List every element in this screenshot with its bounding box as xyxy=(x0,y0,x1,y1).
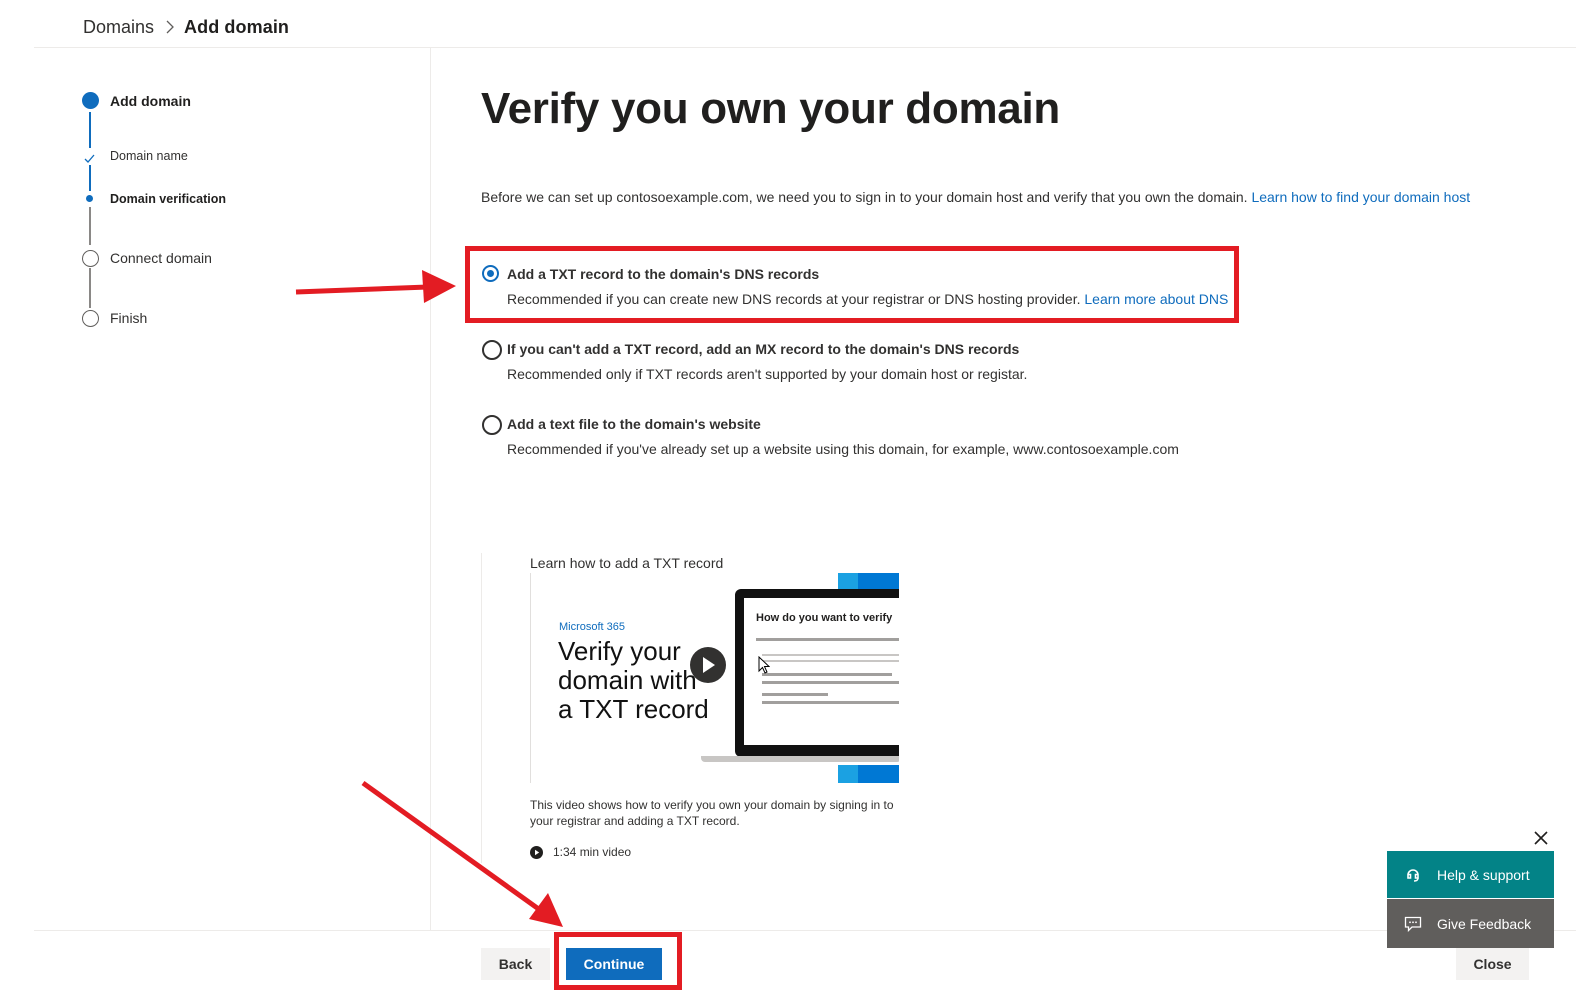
step-domain-verification: Domain verification xyxy=(110,192,226,206)
intro-body: Before we can set up contosoexample.com,… xyxy=(481,189,1248,205)
screen-line xyxy=(762,660,899,662)
screen-line xyxy=(762,654,899,656)
breadcrumb-current: Add domain xyxy=(184,16,290,37)
breadcrumb: Domains Add domain xyxy=(83,14,289,40)
arrow-right-icon xyxy=(295,270,456,303)
step-current-dot-icon xyxy=(82,92,99,109)
footer-divider xyxy=(34,930,1576,931)
step-finish: Finish xyxy=(110,310,148,326)
find-domain-host-link[interactable]: Learn how to find your domain host xyxy=(1251,189,1470,205)
video-card-rule xyxy=(481,553,482,863)
mx-record-radio[interactable] xyxy=(482,340,502,360)
screen-line xyxy=(762,681,899,684)
text-file-option-title[interactable]: Add a text file to the domain's website xyxy=(507,416,761,432)
thumb-title-line-2: domain with xyxy=(558,665,697,695)
close-button[interactable]: Close xyxy=(1456,948,1529,980)
video-length: 1:34 min video xyxy=(530,845,631,859)
thumb-left-rule xyxy=(530,573,531,783)
laptop-base xyxy=(701,756,899,762)
mouse-cursor-icon xyxy=(758,655,771,679)
thumb-title-line-3: a TXT record xyxy=(558,694,709,724)
video-description: This video shows how to verify you own y… xyxy=(530,798,894,828)
chevron-right-icon xyxy=(166,20,174,34)
thumb-brand: Microsoft 365 xyxy=(559,621,626,633)
video-length-text: 1:34 min video xyxy=(553,845,632,859)
thumb-title-line-1: Verify your xyxy=(558,636,681,666)
help-support-label: Help & support xyxy=(1437,866,1530,883)
annotation-highlight-box xyxy=(554,932,682,990)
stepper-divider xyxy=(430,48,431,930)
give-feedback-button[interactable]: Give Feedback xyxy=(1387,899,1554,948)
mx-record-option-desc: Recommended only if TXT records aren't s… xyxy=(507,366,1028,382)
step-connect-domain: Connect domain xyxy=(110,250,212,266)
text-file-radio[interactable] xyxy=(482,415,502,435)
step-connector xyxy=(89,268,91,308)
thumb-blue-tiles-top xyxy=(838,573,899,590)
step-empty-circle-icon xyxy=(82,250,99,267)
step-dot-icon xyxy=(86,195,93,202)
step-connector xyxy=(89,207,91,245)
page-title: Verify you own your domain xyxy=(481,84,1060,133)
screen-line xyxy=(762,673,892,676)
annotation-arrows xyxy=(295,270,563,927)
thumb-blue-tiles-bottom xyxy=(838,765,899,783)
back-button[interactable]: Back xyxy=(481,948,550,980)
screen-line xyxy=(762,693,828,696)
feedback-icon xyxy=(1403,914,1423,934)
headset-icon xyxy=(1403,865,1423,885)
step-connector xyxy=(89,165,91,191)
breadcrumb-domains-link[interactable]: Domains xyxy=(83,17,154,38)
step-add-domain: Add domain xyxy=(110,93,191,109)
video-thumbnail[interactable]: How do you want to verify Microsoft 365 … xyxy=(530,573,899,783)
text-file-option-desc: Recommended if you've already set up a w… xyxy=(507,441,1179,457)
help-support-button[interactable]: Help & support xyxy=(1387,851,1554,898)
mx-record-option-title[interactable]: If you can't add a TXT record, add an MX… xyxy=(507,341,1019,357)
close-icon[interactable] xyxy=(1532,829,1550,847)
intro-text: Before we can set up contosoexample.com,… xyxy=(481,189,1470,205)
step-connector xyxy=(89,112,91,148)
give-feedback-label: Give Feedback xyxy=(1437,915,1532,932)
video-heading: Learn how to add a TXT record xyxy=(530,555,724,571)
play-button-icon[interactable] xyxy=(690,647,726,683)
step-domain-name: Domain name xyxy=(110,149,188,163)
annotation-highlight-box xyxy=(465,246,1239,323)
screen-line xyxy=(762,701,899,704)
screen-heading: How do you want to verify xyxy=(756,612,893,624)
step-empty-circle-icon xyxy=(82,310,99,327)
header-divider xyxy=(34,47,1576,48)
screen-line xyxy=(756,638,899,641)
play-circle-icon xyxy=(530,845,543,859)
